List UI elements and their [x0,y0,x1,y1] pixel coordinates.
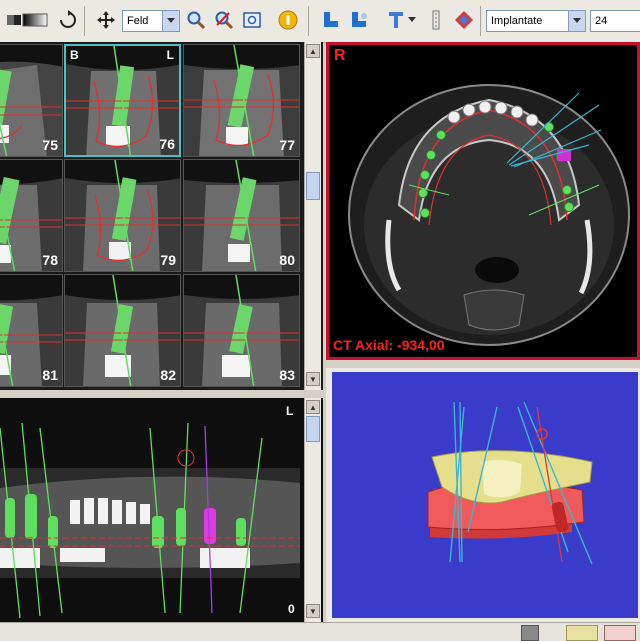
slice-corner-left: B [70,48,79,62]
slice-cell[interactable]: 78 [0,159,63,272]
scroll-down-icon[interactable]: ▼ [306,372,320,386]
panorama-corner-bottom: 0 [288,602,295,616]
render-3d-view[interactable] [326,368,640,622]
zoom-in-icon[interactable] [184,8,208,32]
axial-readout: CT Axial: -934,00 [333,337,445,353]
scroll-thumb[interactable] [306,172,320,200]
mode-select[interactable]: Feld [122,10,180,32]
slice-cell[interactable]: 80 [183,159,300,272]
size-select[interactable]: 24 [590,10,640,32]
slice-number: 75 [42,137,58,153]
cross-section-panel: 75 B L 76 77 78 79 80 81 82 83 ▲ ▼ [0,42,323,390]
slice-number: 77 [279,137,295,153]
slice-number: 83 [279,367,295,383]
slice-cell[interactable]: 83 [183,274,300,387]
mode-select-value: Feld [127,15,149,27]
avatar-icon[interactable] [521,625,539,641]
scroll-down-icon[interactable]: ▼ [306,604,320,618]
render-3d-canvas[interactable] [332,372,638,618]
implant-tool-icon[interactable] [384,8,408,32]
zoom-out-icon[interactable] [212,8,236,32]
slice-number: 78 [42,252,58,268]
gum-model-icon[interactable] [604,625,636,641]
scroll-up-icon[interactable]: ▲ [306,44,320,58]
object-select-value: Implantate [491,15,543,27]
chevron-down-icon[interactable] [406,8,418,32]
slice-number: 81 [42,367,58,383]
rotate-icon[interactable] [56,8,80,32]
tooth-icon[interactable] [318,8,342,32]
chevron-down-icon [568,11,585,31]
slice-cell[interactable]: 77 [183,44,300,157]
panorama-scrollbar[interactable]: ▲ ▼ [304,398,321,622]
slice-number: 79 [160,252,176,268]
cross-section-scrollbar[interactable]: ▲ ▼ [304,42,321,390]
fit-icon[interactable] [240,8,264,32]
jaw-model-icon[interactable] [566,625,598,641]
ruler-icon[interactable] [424,8,448,32]
pan-icon[interactable] [94,8,118,32]
slice-cell-selected[interactable]: B L 76 [64,44,181,157]
slice-cell[interactable]: 75 [0,44,63,157]
axial-corner: R [334,47,346,64]
slice-number: 82 [160,367,176,383]
toolbar: Feld Implantate 24 [0,0,640,43]
slice-number: 76 [159,136,175,152]
chevron-down-icon [162,11,179,31]
scroll-up-icon[interactable]: ▲ [306,400,320,414]
plane-icon[interactable] [452,8,476,32]
window-level-icon[interactable] [20,8,50,32]
slice-cell[interactable]: 79 [64,159,181,272]
info-icon[interactable] [276,8,300,32]
size-select-value: 24 [595,15,608,27]
slice-number: 80 [279,252,295,268]
slice-cell[interactable]: 82 [64,274,181,387]
panoramic-view[interactable]: L 0 ▲ ▼ [0,398,323,622]
status-strip [0,622,640,641]
tooth-alt-icon[interactable] [346,8,370,32]
axial-view[interactable]: R CT Axial: -934,00 [326,42,640,360]
panorama-corner-top: L [286,404,294,418]
object-select[interactable]: Implantate [486,10,586,32]
slice-cell[interactable]: 81 [0,274,63,387]
scroll-thumb[interactable] [306,416,320,442]
slice-corner-right: L [166,48,174,62]
